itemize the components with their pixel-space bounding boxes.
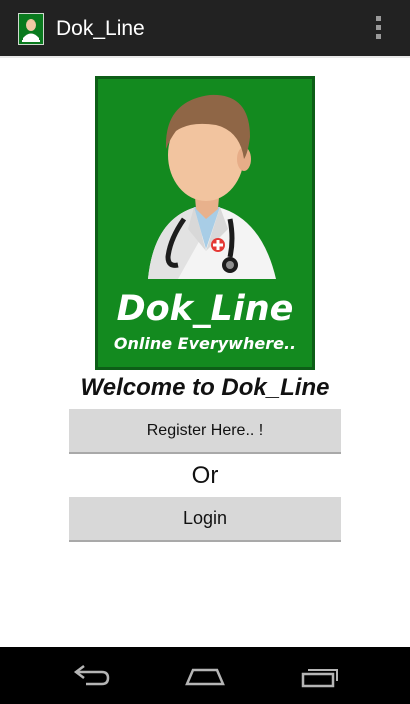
- logo-title: Dok_Line: [116, 289, 294, 329]
- app-title: Dok_Line: [56, 17, 145, 40]
- action-bar: Dok_Line: [0, 0, 410, 58]
- recent-apps-icon[interactable]: [290, 657, 350, 695]
- welcome-heading: Welcome to Dok_Line: [80, 374, 330, 401]
- system-navigation-bar: [0, 647, 410, 704]
- or-separator: Or: [191, 462, 219, 489]
- home-icon[interactable]: [175, 657, 235, 695]
- app-logo-image: Dok_Line Online Everywhere..: [95, 76, 315, 370]
- app-logo-icon[interactable]: [18, 13, 44, 45]
- logo-subtitle: Online Everywhere..: [113, 334, 297, 353]
- overflow-menu-icon[interactable]: [372, 16, 384, 44]
- login-button[interactable]: Login: [69, 497, 341, 542]
- doctor-illustration: [148, 94, 276, 279]
- back-icon[interactable]: [60, 657, 120, 695]
- register-button[interactable]: Register Here.. !: [69, 409, 341, 454]
